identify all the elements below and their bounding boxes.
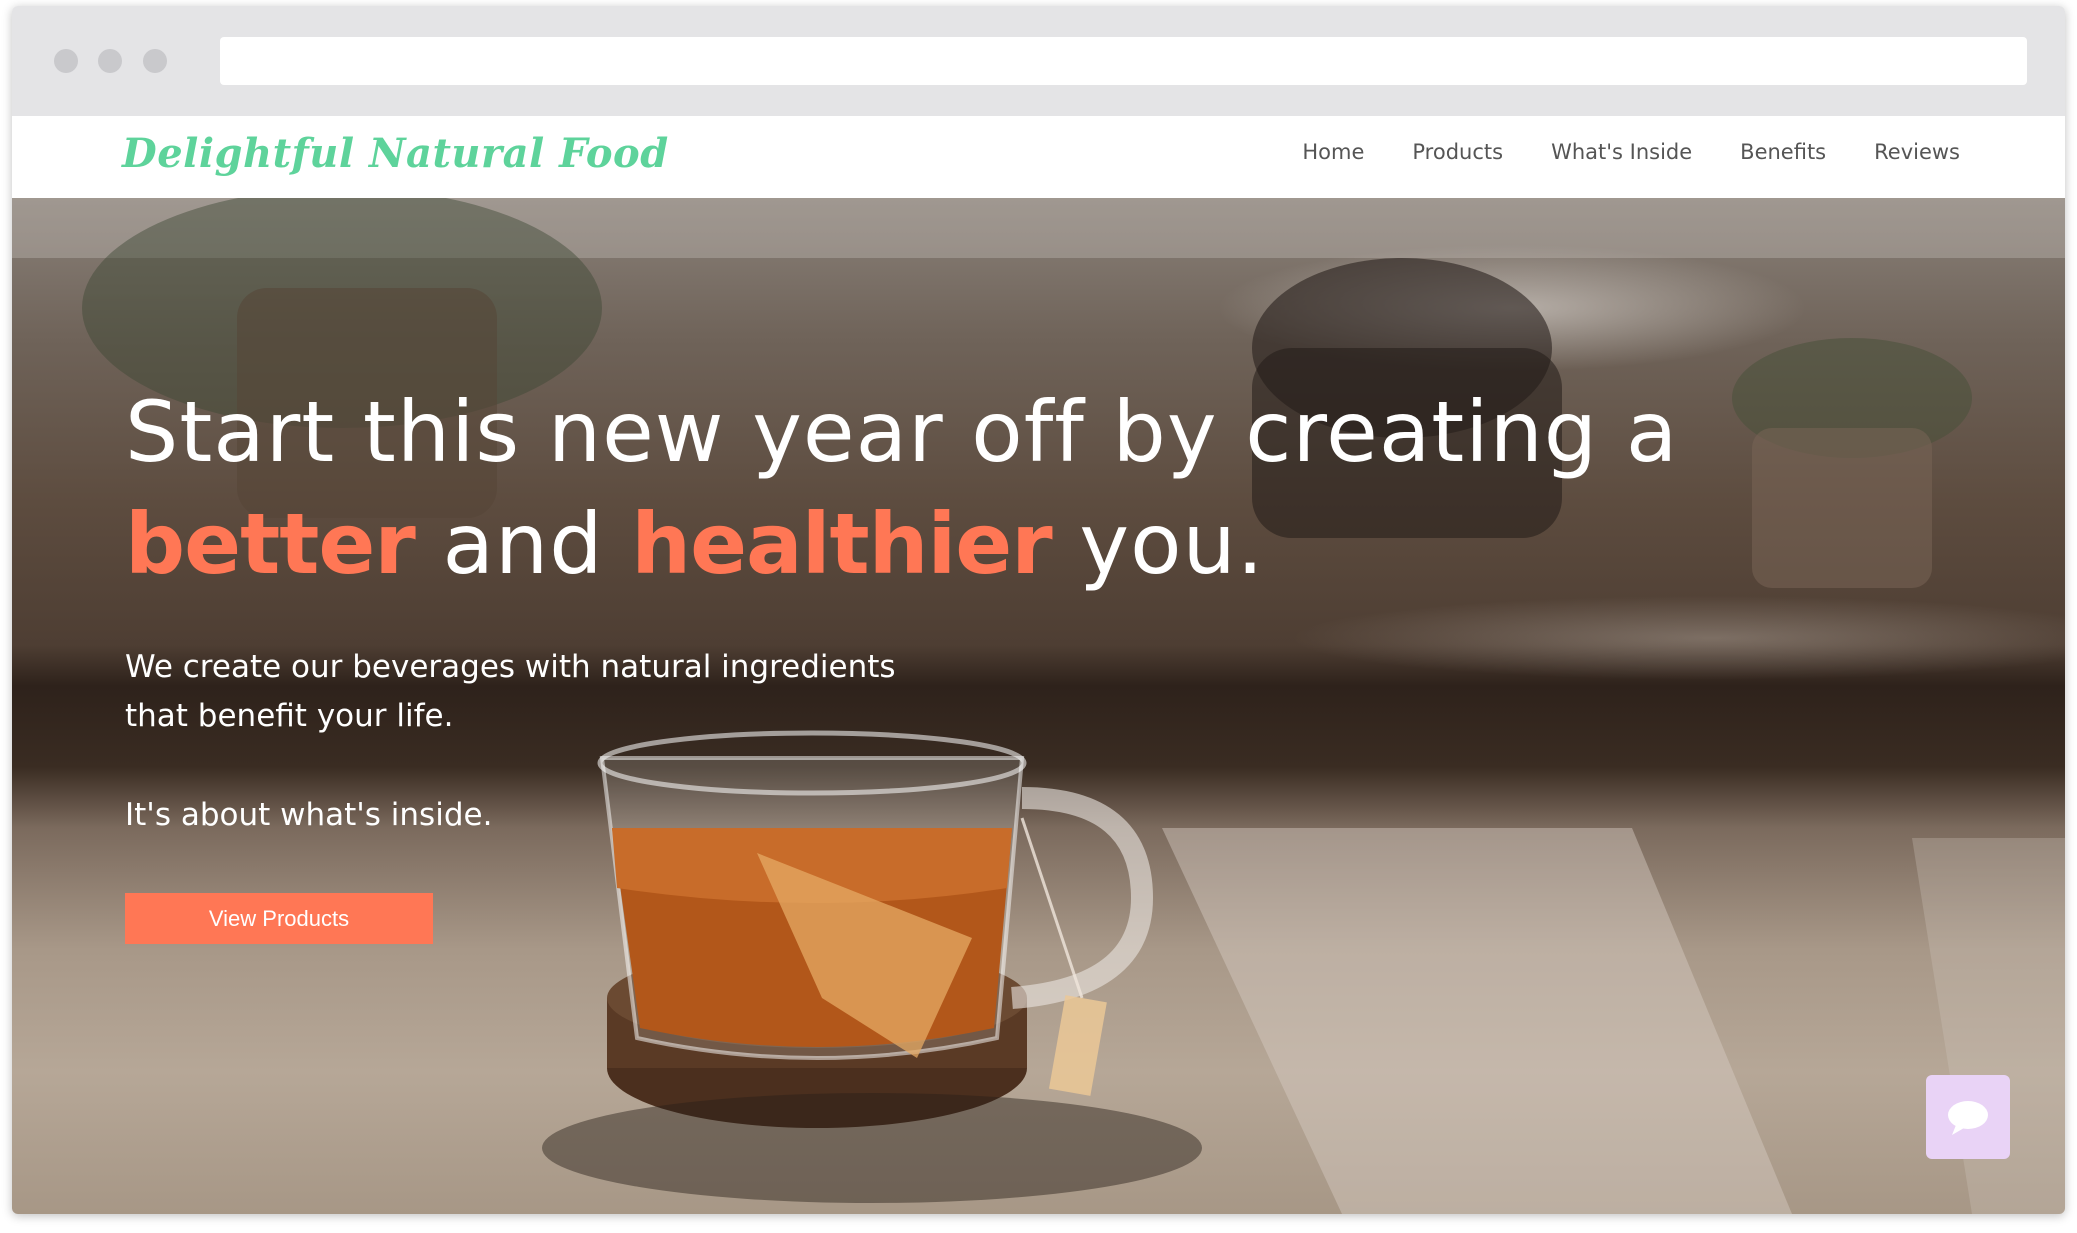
headline-accent-better: better bbox=[125, 495, 416, 593]
chat-widget-button[interactable] bbox=[1926, 1075, 2010, 1159]
hero-headline: Start this new year off by creating a be… bbox=[125, 376, 1678, 600]
headline-and: and bbox=[442, 495, 604, 593]
address-bar[interactable] bbox=[220, 37, 2027, 85]
nav-link-whats-inside[interactable]: What's Inside bbox=[1551, 140, 1692, 164]
hero-section: Start this new year off by creating a be… bbox=[12, 198, 2065, 1214]
nav-link-home[interactable]: Home bbox=[1302, 140, 1364, 164]
headline-line-1: Start this new year off by creating a bbox=[125, 383, 1679, 481]
hero-paragraph: We create our beverages with natural ing… bbox=[125, 643, 896, 741]
main-nav: Home Products What's Inside Benefits Rev… bbox=[1302, 140, 1960, 164]
nav-link-products[interactable]: Products bbox=[1412, 140, 1503, 164]
hero-tagline: It's about what's inside. bbox=[125, 797, 493, 833]
hero-paragraph-line-2: that benefit your life. bbox=[125, 698, 454, 734]
browser-chrome bbox=[12, 6, 2065, 116]
view-products-button[interactable]: View Products bbox=[125, 893, 433, 944]
site-logo[interactable]: Delightful Natural Food bbox=[122, 130, 669, 177]
window-close-dot[interactable] bbox=[54, 49, 78, 73]
browser-window: Delightful Natural Food Home Products Wh… bbox=[12, 6, 2065, 1214]
window-minimize-dot[interactable] bbox=[98, 49, 122, 73]
chat-bubble-icon bbox=[1948, 1101, 1988, 1135]
site-header: Delightful Natural Food Home Products Wh… bbox=[12, 116, 2065, 199]
headline-you: you. bbox=[1079, 495, 1265, 593]
hero-paragraph-line-1: We create our beverages with natural ing… bbox=[125, 649, 896, 685]
headline-accent-healthier: healthier bbox=[631, 495, 1052, 593]
nav-link-benefits[interactable]: Benefits bbox=[1740, 140, 1826, 164]
nav-link-reviews[interactable]: Reviews bbox=[1874, 140, 1960, 164]
headline-line-2: better and healthier you. bbox=[125, 488, 1678, 600]
window-maximize-dot[interactable] bbox=[143, 49, 167, 73]
